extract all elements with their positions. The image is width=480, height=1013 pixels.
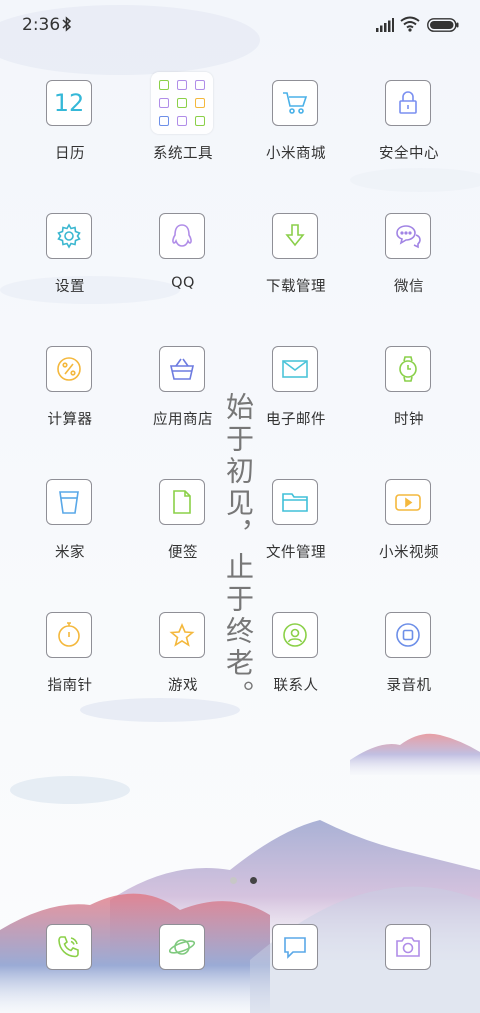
page-indicator[interactable]: [226, 869, 261, 888]
penguin-icon[interactable]: [159, 213, 205, 259]
app-calendar[interactable]: 12 日历: [15, 80, 125, 170]
signal-icon: [376, 17, 394, 36]
app-penguin[interactable]: QQ: [128, 213, 238, 303]
cup-icon[interactable]: [46, 479, 92, 525]
calendar-icon[interactable]: 12: [46, 80, 92, 126]
phone-icon[interactable]: [46, 924, 92, 970]
app-label: 设置: [55, 279, 85, 295]
app-label: 时钟: [394, 412, 424, 428]
dock-phone[interactable]: [15, 924, 125, 974]
folder-mini-icon: [159, 116, 169, 126]
bluetooth-icon: [62, 16, 72, 36]
camera-icon[interactable]: [385, 924, 431, 970]
download-icon[interactable]: [272, 213, 318, 259]
status-bar: 2:36: [0, 0, 480, 52]
percent-icon[interactable]: [46, 346, 92, 392]
app-stopwatch[interactable]: 指南针: [15, 612, 125, 702]
app-folder[interactable]: 系统工具: [128, 72, 238, 170]
folder-mini-icon: [177, 80, 187, 90]
app-record[interactable]: 录音机: [354, 612, 464, 702]
tagline: 始于初见，止于终老。: [222, 392, 255, 712]
app-watch[interactable]: 时钟: [354, 346, 464, 436]
app-video[interactable]: 小米视频: [354, 479, 464, 569]
app-cup[interactable]: 米家: [15, 479, 125, 569]
app-label: 小米视频: [379, 545, 439, 561]
app-label: 小米商城: [266, 146, 326, 162]
app-gear[interactable]: 设置: [15, 213, 125, 303]
calendar-number: 12: [53, 89, 85, 117]
note-icon[interactable]: [159, 479, 205, 525]
stopwatch-icon[interactable]: [46, 612, 92, 658]
dock-message[interactable]: [241, 924, 351, 974]
folder-file-icon[interactable]: [272, 479, 318, 525]
gear-icon[interactable]: [46, 213, 92, 259]
chat-bubbles-icon[interactable]: [385, 213, 431, 259]
page-dot-1[interactable]: [230, 877, 237, 884]
folder-mini-icon: [195, 116, 205, 126]
app-label: 计算器: [47, 412, 93, 428]
app-label: 微信: [394, 279, 424, 295]
folder-icon[interactable]: [151, 72, 213, 134]
app-label: 录音机: [386, 678, 432, 694]
star-icon[interactable]: [159, 612, 205, 658]
contact-icon[interactable]: [272, 612, 318, 658]
app-label: 米家: [55, 545, 85, 561]
page-dot-2[interactable]: [250, 877, 258, 884]
folder-mini-icon: [195, 80, 205, 90]
app-label: 日历: [55, 146, 85, 162]
folder-preview: [159, 80, 205, 126]
folder-mini-icon: [177, 116, 187, 126]
app-percent[interactable]: 计算器: [15, 346, 125, 436]
video-icon[interactable]: [385, 479, 431, 525]
app-download[interactable]: 下载管理: [241, 213, 351, 303]
message-icon[interactable]: [272, 924, 318, 970]
lock-icon[interactable]: [385, 80, 431, 126]
cart-icon[interactable]: [272, 80, 318, 126]
folder-mini-icon: [159, 80, 169, 90]
app-cart[interactable]: 小米商城: [241, 80, 351, 170]
folder-mini-icon: [159, 98, 169, 108]
status-time: 2:36: [22, 15, 61, 35]
app-label: 安全中心: [379, 146, 439, 162]
app-chat-bubbles[interactable]: 微信: [354, 213, 464, 303]
app-label: 指南针: [47, 678, 93, 694]
mail-icon[interactable]: [272, 346, 318, 392]
watch-icon[interactable]: [385, 346, 431, 392]
dock-camera[interactable]: [354, 924, 464, 974]
app-label: 系统工具: [153, 146, 213, 162]
basket-icon[interactable]: [159, 346, 205, 392]
record-icon[interactable]: [385, 612, 431, 658]
folder-mini-icon: [195, 98, 205, 108]
battery-icon: [427, 17, 459, 36]
app-lock[interactable]: 安全中心: [354, 80, 464, 170]
folder-mini-icon: [177, 98, 187, 108]
app-label: 下载管理: [266, 279, 326, 295]
wifi-icon: [400, 16, 420, 36]
app-label: QQ: [171, 275, 195, 291]
dock-planet[interactable]: [128, 924, 238, 974]
planet-icon[interactable]: [159, 924, 205, 970]
